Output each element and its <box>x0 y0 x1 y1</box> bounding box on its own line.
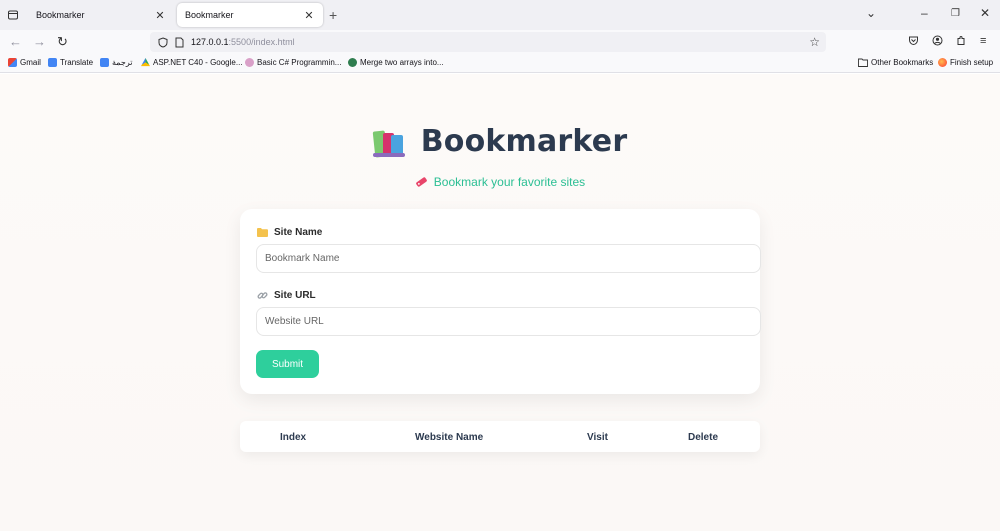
site-url-label-text: Site URL <box>274 290 316 301</box>
page-icon <box>175 37 184 47</box>
minimize-button[interactable]: – <box>921 6 928 20</box>
bookmark-basic-csharp[interactable]: Basic C# Programmin... <box>245 58 341 67</box>
bookmarks-bar: Gmail Translate ترجمة ASP.NET C40 - Goog… <box>0 54 1000 73</box>
tab-list-button[interactable] <box>0 0 26 30</box>
tab-title: Bookmarker <box>36 10 85 20</box>
subtitle: Bookmark your favorite sites <box>0 175 1000 189</box>
url-bar[interactable]: 127.0.0.1:5500/index.html ☆ <box>150 32 826 52</box>
star-icon[interactable]: ☆ <box>809 35 820 49</box>
drive-icon <box>141 58 150 67</box>
translate-icon <box>100 58 109 67</box>
new-tab-button[interactable]: + <box>329 7 337 23</box>
bookmark-translate[interactable]: Translate <box>48 58 93 67</box>
column-header-delete: Delete <box>688 432 719 443</box>
restore-button[interactable]: ❐ <box>951 8 960 19</box>
tab-title: Bookmarker <box>185 10 234 20</box>
bookmark-label: Translate <box>60 58 94 67</box>
page-title: Bookmarker <box>420 124 628 159</box>
bookmark-label: ASP.NET C40 - Google... <box>153 58 243 67</box>
back-arrow-icon[interactable]: ← <box>9 35 22 49</box>
url-path: :5500/index.html <box>228 37 295 47</box>
bookmark-tag-icon <box>415 177 427 187</box>
menu-icon[interactable]: ≡ <box>980 35 986 47</box>
column-header-visit: Visit <box>587 432 608 443</box>
bookmark-tarjama[interactable]: ترجمة <box>100 58 133 67</box>
firefox-icon <box>938 58 947 67</box>
close-window-button[interactable]: ✕ <box>980 6 990 20</box>
site-name-label-text: Site Name <box>274 227 323 238</box>
forward-arrow-icon[interactable]: → <box>33 35 46 49</box>
bookmark-merge-arrays[interactable]: Merge two arrays into... <box>348 58 444 67</box>
tab-bar: Bookmarker ✕ Bookmarker ✕ + ⌄ – ❐ ✕ <box>0 0 1000 30</box>
bookmark-form-card: Site Name Site URL Submit <box>240 209 761 394</box>
site-icon <box>348 58 357 67</box>
extensions-icon[interactable] <box>956 35 967 49</box>
gmail-icon <box>8 58 17 67</box>
submit-button[interactable]: Submit <box>256 350 319 378</box>
tab-list-icon <box>8 10 18 20</box>
translate-icon <box>48 58 57 67</box>
bookmark-label: Merge two arrays into... <box>360 58 444 67</box>
course-icon <box>245 58 254 67</box>
books-icon <box>372 127 407 158</box>
bookmark-label: Gmail <box>20 58 41 67</box>
folder-icon <box>858 58 868 67</box>
hero-title: Bookmarker <box>0 124 1000 159</box>
site-url-input[interactable] <box>256 307 761 336</box>
bookmarks-table-header: Index Website Name Visit Delete <box>240 421 760 452</box>
shield-icon <box>158 36 168 48</box>
tab-bookmarker-2[interactable]: Bookmarker ✕ <box>177 3 323 27</box>
bookmark-gmail[interactable]: Gmail <box>8 58 41 67</box>
bookmark-label: Basic C# Programmin... <box>257 58 342 67</box>
subtitle-text: Bookmark your favorite sites <box>433 175 586 189</box>
reload-icon[interactable]: ↻ <box>57 35 68 49</box>
bookmark-aspnet[interactable]: ASP.NET C40 - Google... <box>141 58 243 67</box>
close-icon[interactable]: ✕ <box>154 9 166 22</box>
other-bookmarks-label: Other Bookmarks <box>871 58 934 67</box>
url-host: 127.0.0.1 <box>191 37 229 47</box>
finish-setup-label: Finish setup <box>950 58 994 67</box>
folder-icon <box>257 228 268 237</box>
account-icon[interactable] <box>932 35 943 49</box>
site-name-label: Site Name <box>257 227 322 238</box>
column-header-index: Index <box>280 432 307 443</box>
close-icon[interactable]: ✕ <box>303 9 315 22</box>
column-header-website-name: Website Name <box>415 432 484 443</box>
other-bookmarks[interactable]: Other Bookmarks <box>858 58 933 67</box>
site-name-input[interactable] <box>256 244 761 273</box>
tab-bookmarker-1[interactable]: Bookmarker ✕ <box>28 3 174 27</box>
finish-setup[interactable]: Finish setup <box>938 58 993 67</box>
nav-bar: ← → ↻ 127.0.0.1:5500/index.html ☆ ≡ <box>0 30 1000 54</box>
site-url-label: Site URL <box>257 290 316 301</box>
pocket-icon[interactable] <box>908 35 919 49</box>
page: Bookmarker Bookmark your favorite sites … <box>0 74 1000 531</box>
bookmark-label: ترجمة <box>112 58 133 67</box>
link-icon <box>257 292 268 299</box>
chevron-down-icon[interactable]: ⌄ <box>866 6 876 20</box>
